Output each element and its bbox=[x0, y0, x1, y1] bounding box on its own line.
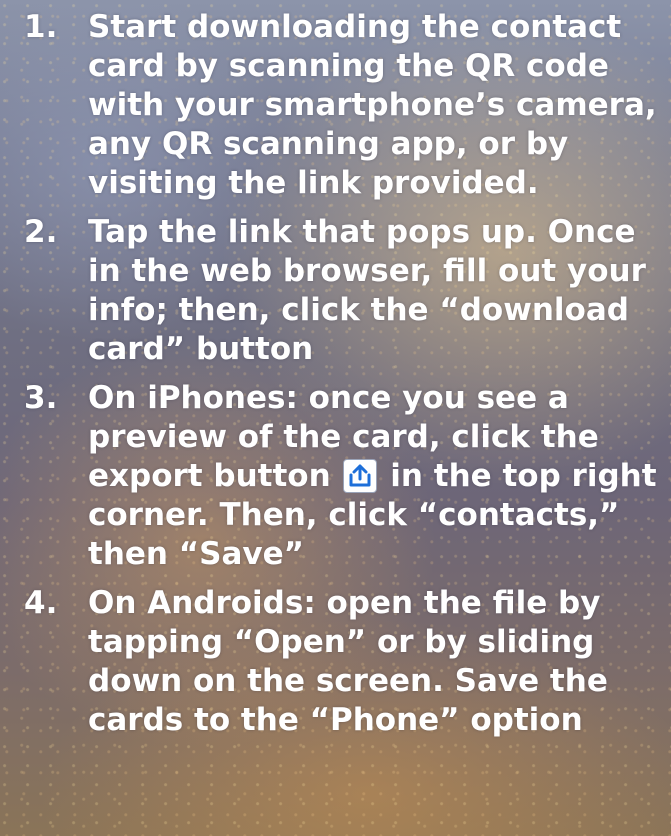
step-2: 2. Tap the link that pops up. Once in th… bbox=[0, 213, 671, 369]
step-text: Tap the link that pops up. Once in the w… bbox=[88, 214, 646, 367]
step-number: 1. bbox=[24, 9, 58, 45]
step-1: 1. Start downloading the contact card by… bbox=[0, 8, 671, 203]
step-3: 3. On iPhones: once you see a preview of… bbox=[0, 379, 671, 574]
share-export-icon bbox=[343, 459, 378, 493]
step-4: 4. On Androids: open the file by tapping… bbox=[0, 584, 671, 740]
step-text: Start downloading the contact card by sc… bbox=[88, 9, 657, 201]
instruction-list: 1. Start downloading the contact card by… bbox=[0, 0, 671, 750]
step-text: On Androids: open the file by tapping “O… bbox=[88, 585, 608, 738]
step-number: 4. bbox=[24, 585, 58, 621]
step-number: 3. bbox=[24, 380, 58, 416]
step-number: 2. bbox=[24, 214, 58, 250]
